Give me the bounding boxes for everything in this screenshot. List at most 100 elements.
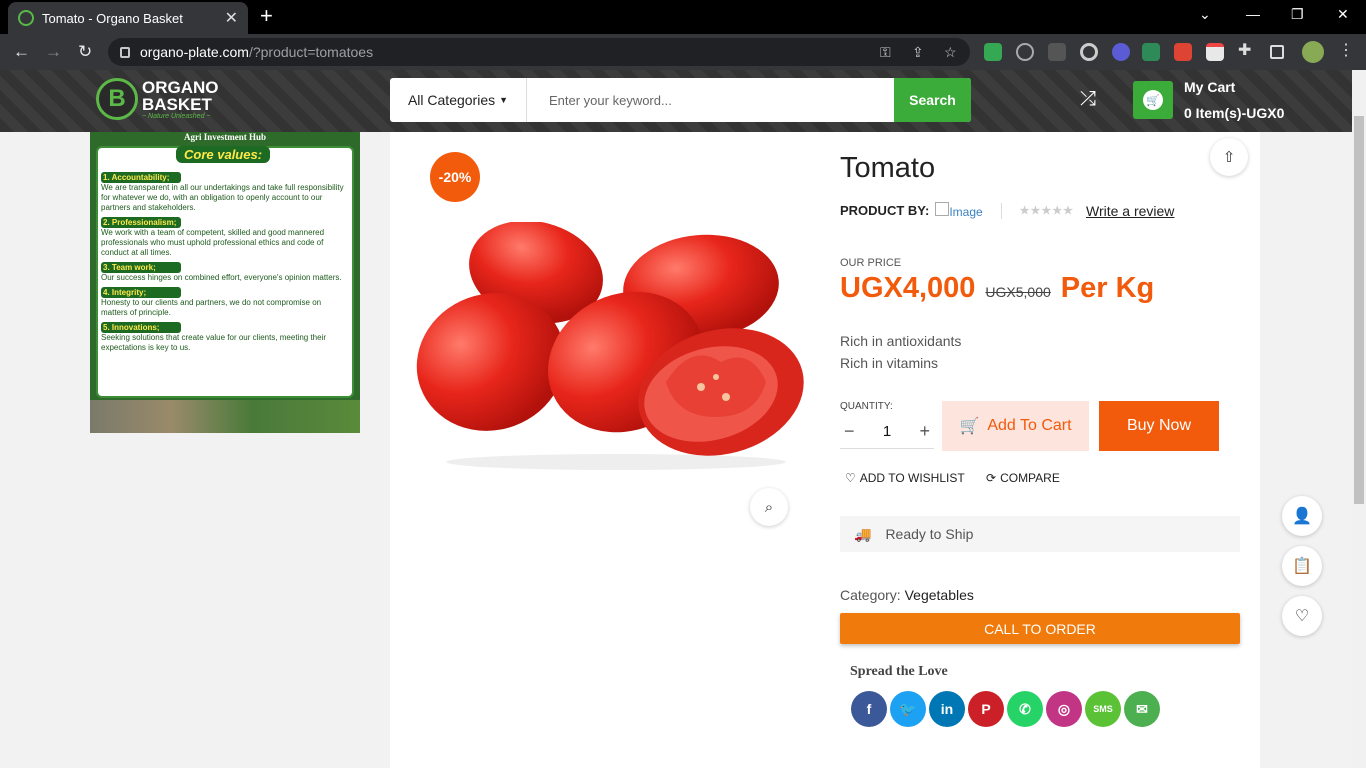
- browser-menu-icon[interactable]: ⋮: [1338, 40, 1356, 59]
- browser-tab[interactable]: Tomato - Organo Basket ✕: [8, 2, 248, 34]
- share-icon[interactable]: ⇧: [1210, 138, 1248, 176]
- write-review-link[interactable]: Write a review: [1086, 203, 1174, 219]
- address-bar-row: ← → ↻ organo-plate.com/?product=tomatoes…: [0, 34, 1366, 70]
- zoom-icon[interactable]: ⌕: [750, 488, 788, 526]
- instagram-icon[interactable]: ◎: [1046, 691, 1082, 727]
- divider: [1000, 202, 1002, 219]
- twitter-icon[interactable]: 🐦: [890, 691, 926, 727]
- site-favicon-icon: [18, 10, 34, 26]
- email-icon[interactable]: ✉: [1124, 691, 1160, 727]
- wishlist-label: ADD TO WISHLIST: [859, 471, 965, 485]
- feature-item: Rich in antioxidants: [840, 333, 962, 349]
- wishlist-heart-icon[interactable]: ♡: [1282, 596, 1322, 636]
- facebook-icon[interactable]: f: [851, 691, 887, 727]
- tab-close-icon[interactable]: ✕: [225, 8, 238, 28]
- category-select[interactable]: All Categories ▼: [390, 78, 527, 122]
- lock-icon: [120, 46, 130, 58]
- window-close-icon[interactable]: ✕: [1337, 6, 1349, 23]
- key-icon[interactable]: ⚿: [880, 44, 891, 61]
- profile-avatar[interactable]: [1302, 41, 1324, 63]
- category-label: Category:: [840, 587, 901, 603]
- restore-icon[interactable]: ❐: [1291, 6, 1304, 23]
- scrollbar-thumb[interactable]: [1354, 116, 1364, 504]
- extension-react-icon[interactable]: [1016, 43, 1034, 61]
- core-value-text: We are transparent in all our undertakin…: [101, 183, 344, 212]
- minimize-icon[interactable]: —: [1246, 6, 1260, 22]
- browser-tab-bar: Tomato - Organo Basket ✕ + ⌄ — ❐ ✕: [0, 0, 1366, 34]
- extension-globe-icon[interactable]: [1142, 43, 1160, 61]
- spread-the-love-title: Spread the Love: [850, 664, 948, 679]
- account-icon[interactable]: 👤: [1282, 496, 1322, 536]
- core-values-banner[interactable]: Agri Investment Hub Core values: 1. Acco…: [90, 132, 360, 433]
- core-value-title: 3. Team work;: [101, 262, 181, 273]
- compare-link[interactable]: ⟳ COMPARE: [986, 471, 1060, 485]
- url-path: /?product=tomatoes: [248, 44, 374, 60]
- product-title: Tomato: [840, 152, 936, 184]
- rating-stars-icon: ★★★★★: [1019, 205, 1074, 217]
- product-features: Rich in antioxidants Rich in vitamins: [840, 330, 961, 374]
- share-page-icon[interactable]: ⇪: [912, 44, 924, 61]
- brand-image-alt: Image: [949, 205, 983, 219]
- plus-icon[interactable]: +: [919, 421, 930, 442]
- add-to-wishlist-link[interactable]: ♡ ADD TO WISHLIST: [845, 471, 965, 485]
- add-to-cart-label: Add To Cart: [987, 417, 1072, 434]
- cart-button[interactable]: 🛒: [1133, 81, 1173, 119]
- product-image[interactable]: [416, 222, 806, 472]
- product-panel: -20% ⌕ ⇧ Tomato PRODUCT BY: Image ★★★★★ …: [390, 132, 1260, 768]
- banner-top-label: Agri Investment Hub: [183, 132, 266, 142]
- quantity-value[interactable]: 1: [883, 423, 891, 440]
- whatsapp-icon[interactable]: ✆: [1007, 691, 1043, 727]
- banner-farm-image: [90, 400, 360, 433]
- call-to-order-button[interactable]: CALL TO ORDER: [840, 613, 1240, 644]
- side-panel-icon[interactable]: [1270, 45, 1284, 59]
- bookmark-star-icon[interactable]: ☆: [944, 44, 957, 61]
- reload-icon[interactable]: ↻: [78, 42, 92, 62]
- minus-icon[interactable]: −: [844, 421, 855, 442]
- category-row: Category: Vegetables: [840, 587, 974, 603]
- buy-now-button[interactable]: Buy Now: [1099, 401, 1219, 451]
- back-icon[interactable]: ←: [13, 42, 30, 62]
- price-row: UGX4,000 UGX5,000 Per Kg: [840, 272, 1154, 305]
- quantity-stepper: − 1 +: [840, 415, 934, 449]
- price-unit: Per Kg: [1060, 272, 1155, 304]
- pinterest-icon[interactable]: P: [968, 691, 1004, 727]
- url-field[interactable]: organo-plate.com/?product=tomatoes ⚿ ⇪ ☆: [108, 38, 970, 66]
- sms-icon[interactable]: SMS: [1085, 691, 1121, 727]
- logo-line1: ORGANO: [142, 77, 219, 97]
- feature-item: Rich in vitamins: [840, 355, 939, 371]
- extension-target-icon[interactable]: [1080, 43, 1098, 61]
- category-select-label: All Categories: [407, 92, 496, 108]
- extension-fire-icon[interactable]: [1174, 43, 1192, 61]
- extensions-puzzle-icon[interactable]: ✚: [1238, 40, 1256, 59]
- product-by-row: PRODUCT BY: Image ★★★★★ Write a review: [840, 202, 1174, 219]
- forward-icon[interactable]: →: [45, 42, 62, 62]
- page-scrollbar[interactable]: [1352, 70, 1366, 768]
- cart-title: My Cart: [1184, 79, 1236, 95]
- search-button[interactable]: Search: [894, 78, 971, 122]
- core-values-card: Core values: 1. Accountability; We are tr…: [96, 146, 354, 398]
- site-logo[interactable]: B ORGANO BASKET ~ Nature Unleashed ~: [96, 78, 219, 120]
- extension-shield-icon[interactable]: [984, 43, 1002, 61]
- extension-notes-icon[interactable]: [1206, 43, 1224, 61]
- social-share-buttons: f 🐦 in P ✆ ◎ SMS ✉: [851, 691, 1160, 727]
- add-to-cart-button[interactable]: 🛒 Add To Cart: [942, 401, 1089, 451]
- extension-gear-icon[interactable]: [1112, 43, 1130, 61]
- search-input[interactable]: [527, 78, 894, 122]
- linkedin-icon[interactable]: in: [929, 691, 965, 727]
- clipboard-icon[interactable]: 📋: [1282, 546, 1322, 586]
- quantity-label: QUANTITY:: [840, 401, 893, 412]
- logo-line2: BASKET: [142, 94, 212, 114]
- extension-car-icon[interactable]: [1048, 43, 1066, 61]
- category-link[interactable]: Vegetables: [905, 587, 974, 603]
- current-price: UGX4,000: [840, 272, 976, 304]
- new-tab-icon[interactable]: +: [260, 4, 273, 28]
- shuffle-icon[interactable]: ⤮: [1080, 88, 1096, 111]
- cart-info[interactable]: My Cart 0 Item(s)-UGX0: [1184, 78, 1284, 122]
- site-header: B ORGANO BASKET ~ Nature Unleashed ~ All…: [0, 70, 1352, 132]
- tab-search-icon[interactable]: ⌄: [1199, 6, 1211, 23]
- brand-image[interactable]: Image: [935, 202, 983, 219]
- tab-title: Tomato - Organo Basket: [42, 10, 183, 26]
- refresh-icon: ⟳: [986, 471, 997, 485]
- logo-b-icon: B: [96, 78, 138, 120]
- logo-tagline: ~ Nature Unleashed ~: [142, 112, 211, 120]
